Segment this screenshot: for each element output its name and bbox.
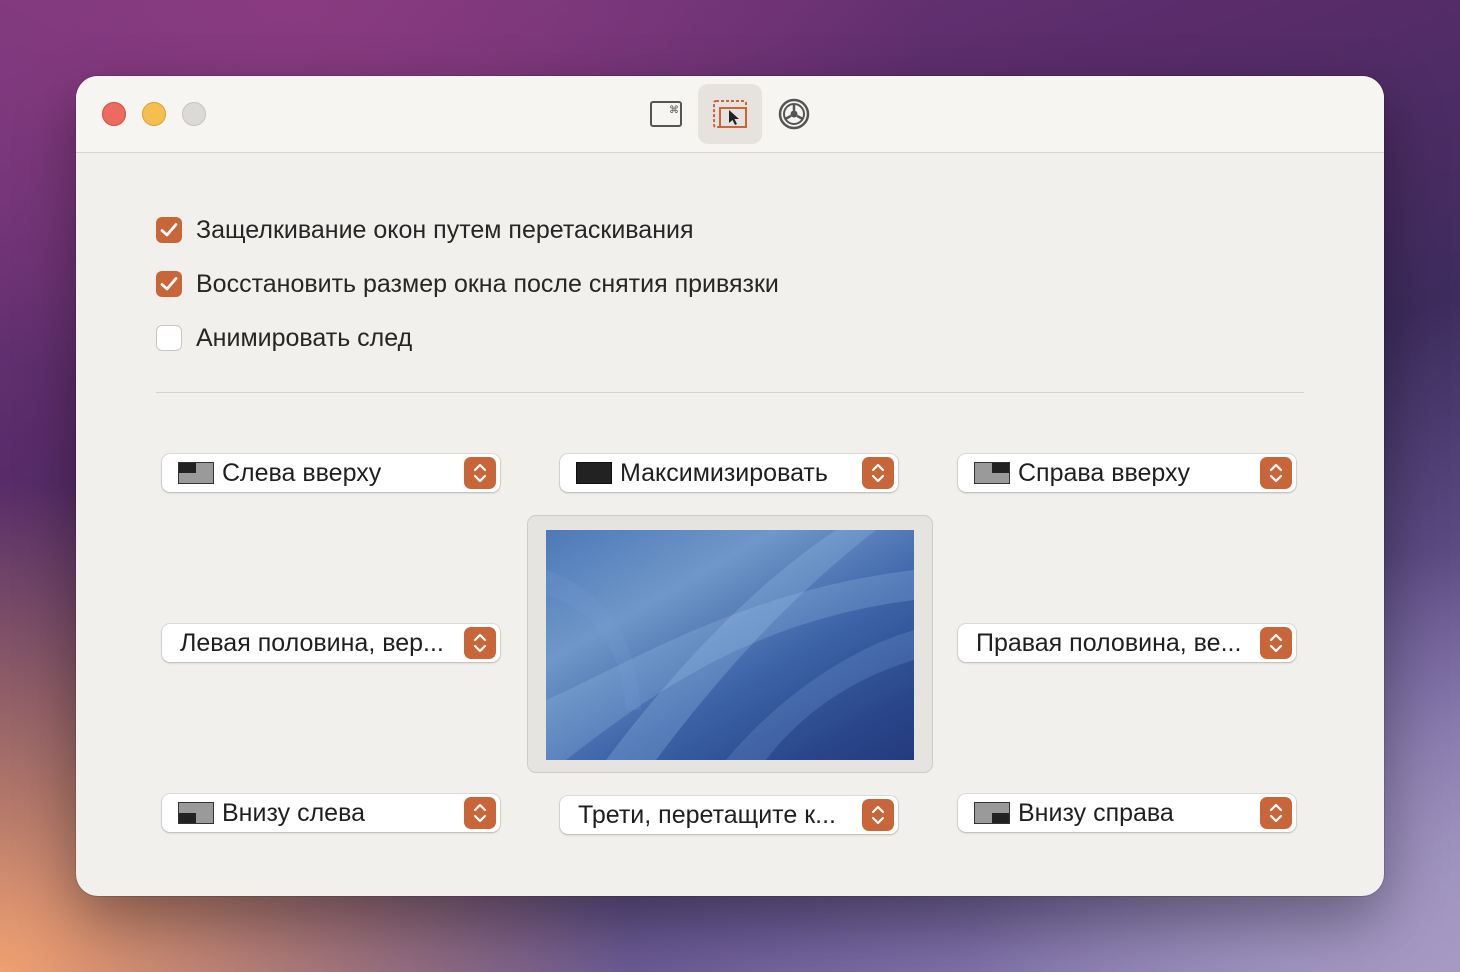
snap-option-label: Трети, перетащите к... — [578, 800, 836, 829]
checkmark-icon — [160, 277, 178, 291]
screen-preview — [528, 516, 932, 772]
tab-snap-areas[interactable] — [698, 84, 762, 144]
zoom-button[interactable] — [182, 102, 206, 126]
bottom-right-layout-icon — [974, 802, 1010, 824]
snap-option-label: Левая половина, вер... — [180, 628, 444, 657]
stepper-chevrons-icon — [862, 457, 894, 489]
option-animate-trail[interactable]: Анимировать след — [156, 324, 412, 352]
snap-bottom-right-select[interactable]: Внизу справа — [958, 794, 1296, 832]
desktop-wallpaper-image — [546, 530, 914, 760]
snap-option-label: Слева вверху — [222, 458, 382, 487]
option-label: Защелкивание окон путем перетаскивания — [196, 215, 694, 244]
snap-option-label: Внизу слева — [222, 798, 365, 827]
snap-option-label: Правая половина, ве... — [976, 628, 1242, 657]
checkmark-icon — [160, 223, 178, 237]
stepper-chevrons-icon — [1260, 627, 1292, 659]
top-right-layout-icon — [974, 462, 1010, 484]
checkbox-drag-to-snap[interactable] — [156, 217, 182, 243]
option-label: Анимировать след — [196, 323, 413, 352]
keyboard-shortcut-icon: ⌘ — [650, 101, 682, 127]
top-left-layout-icon — [178, 462, 214, 484]
snap-drag-icon — [713, 100, 747, 128]
checkbox-animate-trail[interactable] — [156, 325, 182, 351]
option-label: Восстановить размер окна после снятия пр… — [196, 269, 779, 298]
stepper-chevrons-icon — [1260, 457, 1292, 489]
bottom-left-layout-icon — [178, 802, 214, 824]
svg-text:⌘: ⌘ — [669, 105, 679, 116]
maximize-layout-icon — [576, 462, 612, 484]
stepper-chevrons-icon — [1260, 797, 1292, 829]
stepper-chevrons-icon — [464, 457, 496, 489]
tab-general-settings[interactable] — [762, 84, 826, 144]
checkbox-restore-size[interactable] — [156, 271, 182, 297]
option-restore-size[interactable]: Восстановить размер окна после снятия пр… — [156, 270, 779, 298]
snap-middle-left-select[interactable]: Левая половина, вер... — [162, 624, 500, 662]
tab-keyboard-shortcuts[interactable]: ⌘ — [634, 84, 698, 144]
snap-top-right-select[interactable]: Справа вверху — [958, 454, 1296, 492]
snap-option-label: Внизу справа — [1018, 798, 1174, 827]
snap-top-left-select[interactable]: Слева вверху — [162, 454, 500, 492]
gear-icon — [778, 98, 810, 130]
close-button[interactable] — [102, 102, 126, 126]
section-divider — [156, 392, 1304, 393]
snap-option-label: Справа вверху — [1018, 458, 1191, 487]
stepper-chevrons-icon — [464, 797, 496, 829]
settings-window: ⌘ Защелкивание окон путем перетаскивания… — [76, 76, 1384, 896]
snap-bottom-left-select[interactable]: Внизу слева — [162, 794, 500, 832]
snap-top-center-select[interactable]: Максимизировать — [560, 454, 898, 492]
minimize-button[interactable] — [142, 102, 166, 126]
snap-bottom-center-select[interactable]: Трети, перетащите к... — [560, 796, 898, 834]
stepper-chevrons-icon — [862, 799, 894, 831]
option-drag-to-snap[interactable]: Защелкивание окон путем перетаскивания — [156, 216, 694, 244]
stepper-chevrons-icon — [464, 627, 496, 659]
snap-option-label: Максимизировать — [620, 458, 828, 487]
title-bar: ⌘ — [76, 76, 1384, 153]
snap-middle-right-select[interactable]: Правая половина, ве... — [958, 624, 1296, 662]
